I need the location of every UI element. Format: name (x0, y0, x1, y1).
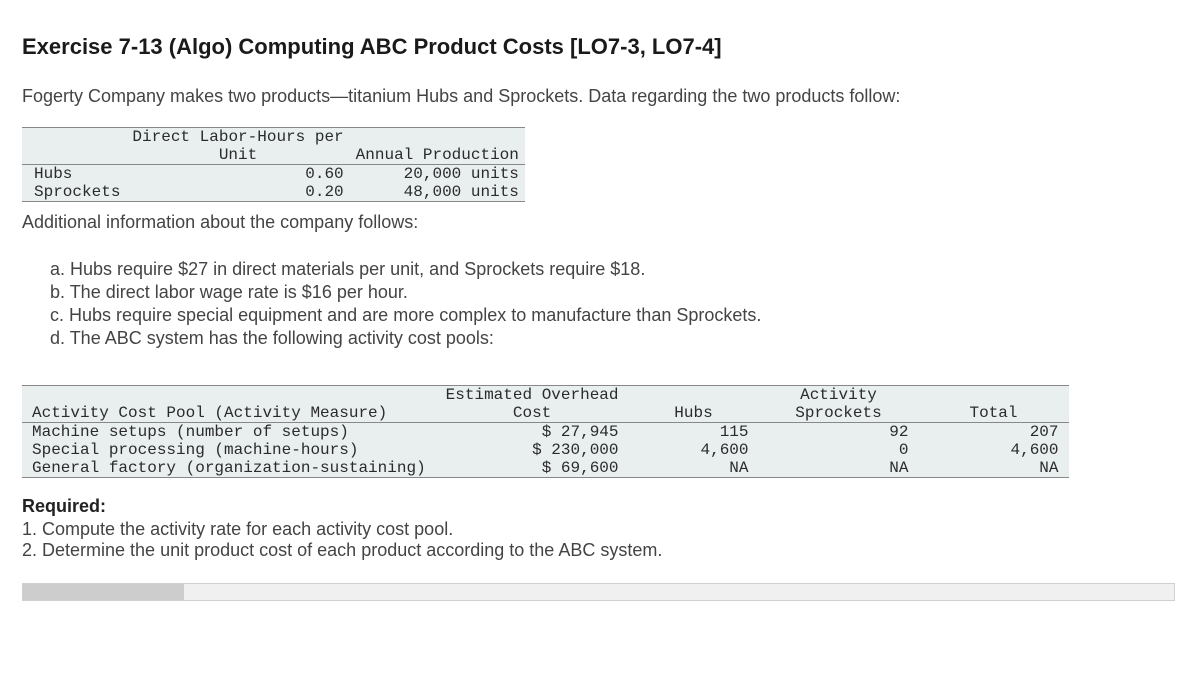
cell-dlh: 0.20 (126, 183, 349, 202)
col-header-cost-top: Estimated Overhead (436, 386, 629, 405)
required-item-2: 2. Determine the unit product cost of ea… (22, 540, 1173, 561)
cell-hubs: 115 (629, 423, 759, 442)
activity-cost-pool-table: Estimated Overhead Activity Activity Cos… (22, 385, 1069, 478)
cell-pool: Machine setups (number of setups) (22, 423, 436, 442)
cell-total: 207 (919, 423, 1069, 442)
cell-hubs: 4,600 (629, 441, 759, 459)
col-header-sprockets: Sprockets (759, 404, 919, 423)
col-header-prod: Annual Production (350, 146, 525, 165)
cell-pool: Special processing (machine-hours) (22, 441, 436, 459)
scrollbar-thumb[interactable] (23, 584, 184, 600)
cell-spr: 92 (759, 423, 919, 442)
additional-info-heading: Additional information about the company… (22, 212, 1173, 233)
required-item-1: 1. Compute the activity rate for each ac… (22, 519, 1173, 540)
col-header-activity: Activity (759, 386, 919, 405)
col-header-cost-bot: Cost (436, 404, 629, 423)
cell-prod: 48,000 units (350, 183, 525, 202)
col-header-pool: Activity Cost Pool (Activity Measure) (22, 404, 436, 423)
info-list: a. Hubs require $27 in direct materials … (50, 259, 1173, 349)
cell-prod: 20,000 units (350, 165, 525, 184)
cell-total: NA (919, 459, 1069, 478)
cell-total: 4,600 (919, 441, 1069, 459)
horizontal-scrollbar[interactable] (22, 583, 1175, 601)
required-list: 1. Compute the activity rate for each ac… (22, 519, 1173, 561)
cell-dlh: 0.60 (126, 165, 349, 184)
cell-spr: 0 (759, 441, 919, 459)
row-label: Hubs (22, 165, 126, 184)
cell-cost: $ 27,945 (436, 423, 629, 442)
cell-cost: $ 230,000 (436, 441, 629, 459)
info-item-d: d. The ABC system has the following acti… (50, 328, 1173, 349)
exercise-title: Exercise 7-13 (Algo) Computing ABC Produ… (22, 34, 1173, 60)
info-item-b: b. The direct labor wage rate is $16 per… (50, 282, 1173, 303)
row-label: Sprockets (22, 183, 126, 202)
col-header-hubs: Hubs (629, 404, 759, 423)
cell-pool: General factory (organization-sustaining… (22, 459, 436, 478)
col-header-dlh-top: Direct Labor-Hours per (126, 128, 349, 147)
product-data-table: Direct Labor-Hours per Unit Annual Produ… (22, 127, 1173, 202)
info-item-c: c. Hubs require special equipment and ar… (50, 305, 1173, 326)
cell-cost: $ 69,600 (436, 459, 629, 478)
intro-text: Fogerty Company makes two products—titan… (22, 86, 1173, 107)
col-header-total: Total (919, 404, 1069, 423)
required-heading: Required: (22, 496, 1173, 517)
cell-spr: NA (759, 459, 919, 478)
col-header-dlh-bot: Unit (126, 146, 349, 165)
cell-hubs: NA (629, 459, 759, 478)
info-item-a: a. Hubs require $27 in direct materials … (50, 259, 1173, 280)
